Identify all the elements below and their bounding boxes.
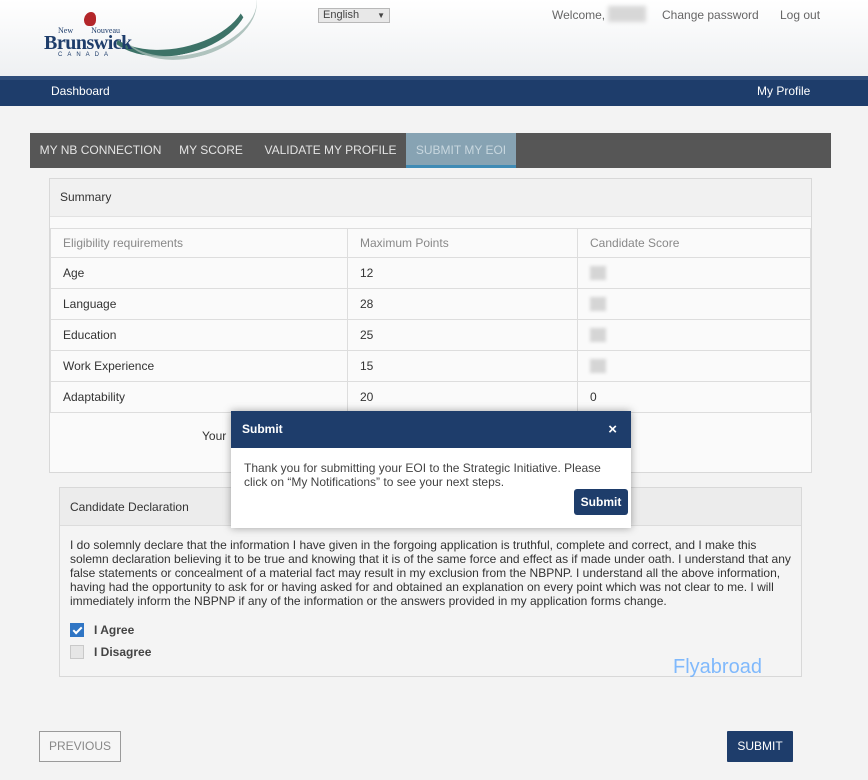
tab-my-nb-connection[interactable]: MY NB CONNECTION bbox=[30, 133, 171, 168]
submit-dialog: Submit × Thank you for submitting your E… bbox=[231, 411, 631, 528]
candidate-score-cell bbox=[577, 350, 811, 382]
disagree-checkbox[interactable] bbox=[70, 645, 84, 659]
nav-my-profile[interactable]: My Profile bbox=[757, 80, 810, 102]
column-header: Maximum Points bbox=[347, 228, 578, 258]
welcome-text: Welcome, bbox=[552, 8, 606, 22]
change-password-link[interactable]: Change password bbox=[662, 8, 759, 22]
tab-submit-my-eoi[interactable]: SUBMIT MY EOI bbox=[406, 133, 516, 168]
redacted-username bbox=[608, 6, 646, 22]
language-select[interactable]: English ▼ bbox=[318, 8, 390, 23]
bird-icon bbox=[84, 12, 96, 26]
tab-my-score[interactable]: MY SCORE bbox=[175, 133, 247, 168]
logo-country-text: CANADA bbox=[58, 52, 114, 58]
max-points-cell: 20 bbox=[347, 381, 578, 413]
eligibility-table: Eligibility requirements Maximum Points … bbox=[50, 228, 811, 413]
table-row: Work Experience 15 bbox=[50, 350, 811, 382]
table-header-row: Eligibility requirements Maximum Points … bbox=[50, 228, 811, 258]
dialog-title: Submit bbox=[231, 411, 631, 448]
column-header: Eligibility requirements bbox=[50, 228, 348, 258]
candidate-score-cell bbox=[577, 257, 811, 289]
watermark-text: Flyabroad bbox=[673, 656, 762, 678]
max-points-cell: 12 bbox=[347, 257, 578, 289]
dialog-message: Thank you for submitting your EOI to the… bbox=[244, 461, 601, 489]
agree-label: I Agree bbox=[94, 623, 135, 637]
requirement-cell: Language bbox=[50, 288, 348, 320]
requirement-cell: Work Experience bbox=[50, 350, 348, 382]
requirement-cell: Education bbox=[50, 319, 348, 351]
agree-checkbox[interactable] bbox=[70, 623, 84, 637]
redacted-score bbox=[590, 328, 606, 343]
redacted-score bbox=[590, 297, 606, 312]
max-points-cell: 25 bbox=[347, 319, 578, 351]
candidate-score-cell: 0 bbox=[577, 381, 811, 413]
submit-button[interactable]: SUBMIT bbox=[727, 731, 793, 762]
logout-link[interactable]: Log out bbox=[780, 8, 820, 22]
total-score-label: Your bbox=[202, 429, 227, 443]
language-value: English bbox=[323, 9, 360, 21]
table-row: Language 28 bbox=[50, 288, 811, 320]
summary-title: Summary bbox=[50, 179, 811, 217]
redacted-score bbox=[590, 266, 606, 281]
max-points-cell: 28 bbox=[347, 288, 578, 320]
dropdown-arrow-icon: ▼ bbox=[377, 11, 385, 20]
requirement-cell: Age bbox=[50, 257, 348, 289]
main-navbar: Dashboard My Profile bbox=[0, 76, 868, 106]
redacted-score bbox=[590, 359, 606, 374]
table-row: Adaptability 20 0 bbox=[50, 381, 811, 413]
column-header: Candidate Score bbox=[577, 228, 811, 258]
candidate-score-cell bbox=[577, 319, 811, 351]
site-header: New Nouveau Brunswick CANADA English ▼ We… bbox=[0, 0, 868, 76]
disagree-option[interactable]: I Disagree bbox=[70, 644, 151, 660]
requirement-cell: Adaptability bbox=[50, 381, 348, 413]
nav-dashboard[interactable]: Dashboard bbox=[51, 80, 110, 102]
declaration-text: I do solemnly declare that the informati… bbox=[70, 538, 791, 608]
new-brunswick-logo[interactable]: New Nouveau Brunswick CANADA bbox=[44, 12, 154, 58]
navbar-top-strip bbox=[0, 76, 868, 80]
close-icon[interactable]: × bbox=[608, 422, 617, 437]
max-points-cell: 15 bbox=[347, 350, 578, 382]
table-row: Age 12 bbox=[50, 257, 811, 289]
eoi-tabs: MY NB CONNECTION MY SCORE VALIDATE MY PR… bbox=[30, 133, 831, 168]
previous-button[interactable]: PREVIOUS bbox=[39, 731, 121, 762]
dialog-submit-button[interactable]: Submit bbox=[574, 489, 628, 515]
candidate-score-cell bbox=[577, 288, 811, 320]
table-row: Education 25 bbox=[50, 319, 811, 351]
agree-option[interactable]: I Agree bbox=[70, 622, 134, 638]
tab-validate-my-profile[interactable]: VALIDATE MY PROFILE bbox=[259, 133, 402, 168]
disagree-label: I Disagree bbox=[94, 645, 152, 659]
